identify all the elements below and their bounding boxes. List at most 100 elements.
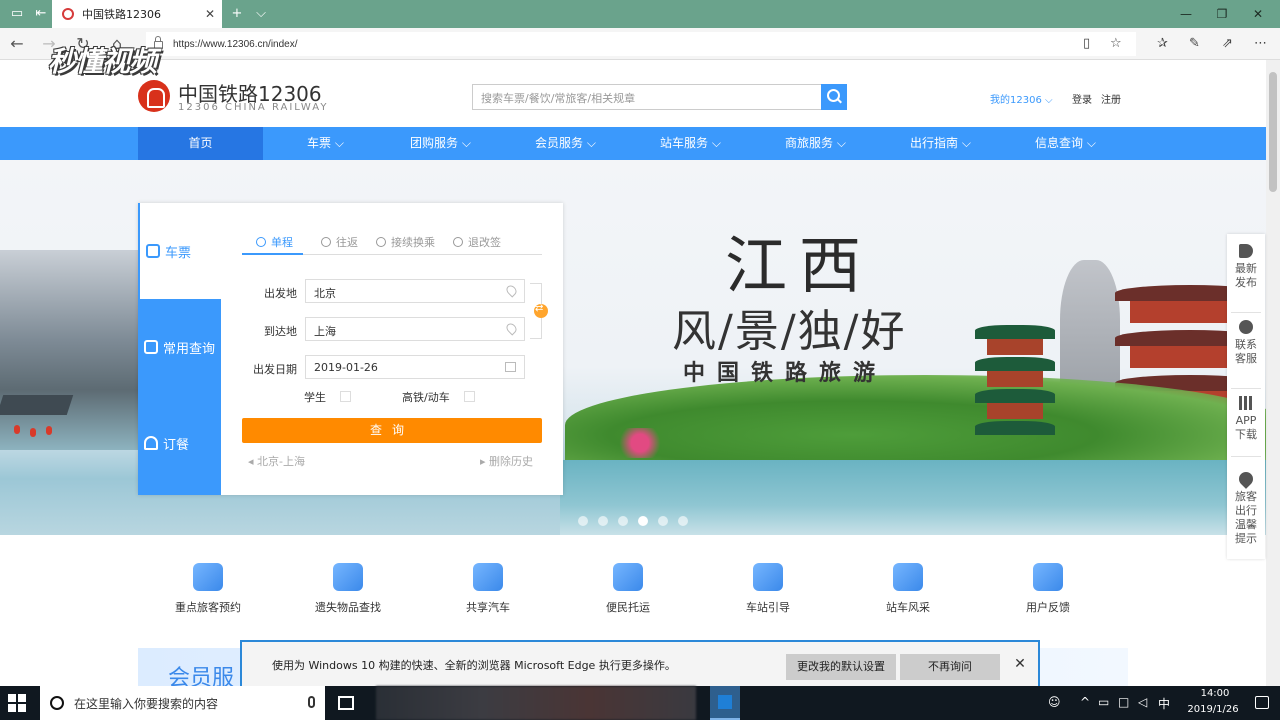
dont-ask-again-button[interactable]: 不再询问 <box>900 654 1000 680</box>
battery-icon[interactable]: ▭ <box>1098 695 1109 709</box>
carousel-dot-active[interactable] <box>638 516 648 526</box>
set-aside-tabs-icon[interactable]: ⇤ <box>30 4 52 24</box>
url-field[interactable]: https://www.12306.cn/index/ <box>146 32 1136 56</box>
page-scrollbar[interactable] <box>1266 60 1280 686</box>
service-station-guide[interactable]: 车站引导 <box>698 563 838 615</box>
12306-favicon-icon <box>62 8 74 20</box>
nav-tickets[interactable]: 车票 ⌵ <box>263 127 388 160</box>
service-key-passenger[interactable]: 重点旅客预约 <box>138 563 278 615</box>
task-view-icon[interactable] <box>338 696 354 710</box>
ime-indicator[interactable]: 中 <box>1158 695 1170 712</box>
tab-refund-change[interactable]: 退改签 <box>453 231 501 253</box>
tab-round-trip[interactable]: 往返 <box>321 231 358 253</box>
new-tab-button[interactable]: + <box>226 4 248 24</box>
close-window-button[interactable]: ✕ <box>1240 0 1276 28</box>
tab-transfer[interactable]: 接续换乘 <box>376 231 435 253</box>
service-shared-car[interactable]: 共享汽车 <box>418 563 558 615</box>
high-speed-checkbox[interactable] <box>464 391 475 402</box>
scroll-thumb[interactable] <box>1269 72 1277 192</box>
service-station-showcase[interactable]: 站车风采 <box>838 563 978 615</box>
change-default-button[interactable]: 更改我的默认设置 <box>786 654 896 680</box>
service-label: 用户反馈 <box>1026 601 1070 614</box>
app-download-item[interactable]: APP下载 <box>1227 396 1265 442</box>
fb-label: APP下载 <box>1235 414 1257 441</box>
site-search-button[interactable] <box>821 84 847 110</box>
china-railway-logo-icon[interactable] <box>138 80 170 112</box>
latest-news-item[interactable]: 最新发布 <box>1227 244 1265 290</box>
register-link[interactable]: 注册 <box>1101 91 1121 106</box>
windows-start-icon[interactable] <box>8 694 26 712</box>
my12306-dropdown[interactable]: 我的12306 ⌵ <box>990 91 1053 106</box>
from-station-input[interactable]: 北京 <box>305 279 525 303</box>
nav-business-travel[interactable]: 商旅服务 ⌵ <box>753 127 878 160</box>
carousel-dot[interactable] <box>658 516 668 526</box>
login-link[interactable]: 登录 <box>1072 91 1092 106</box>
web-note-pen-icon[interactable]: ✎ <box>1189 36 1200 51</box>
pagoda-scenery <box>975 325 1055 445</box>
minimize-button[interactable]: — <box>1168 0 1204 28</box>
carousel-dot[interactable] <box>618 516 628 526</box>
share-icon[interactable]: ⇗ <box>1222 36 1233 51</box>
hero-subtitle: 风/景/独/好 <box>672 306 907 357</box>
windows-taskbar: 在这里输入你要搜索的内容 ☺ ^ ▭ □ ◁ 中 14:00 2019/1/26 <box>0 686 1280 720</box>
site-search-input[interactable]: 搜索车票/餐饮/常旅客/相关规章 <box>472 84 822 110</box>
taskbar-search-box[interactable]: 在这里输入你要搜索的内容 <box>40 686 325 720</box>
swap-stations-icon[interactable] <box>534 303 548 318</box>
nav-member-service[interactable]: 会员服务 ⌵ <box>503 127 628 160</box>
departure-date-input[interactable]: 2019-01-26 <box>305 355 525 379</box>
browser-tab-12306[interactable]: 中国铁路12306 ✕ <box>52 0 222 28</box>
to-station-input[interactable]: 上海 <box>305 317 525 341</box>
service-label: 便民托运 <box>606 601 650 614</box>
reading-view-icon[interactable]: ▯ <box>1083 36 1090 51</box>
service-lost-found[interactable]: 遗失物品查找 <box>278 563 418 615</box>
clock-date[interactable]: 2019/1/26 <box>1178 704 1248 715</box>
tab-one-way[interactable]: 单程 <box>242 231 303 255</box>
clock-time[interactable]: 14:00 <box>1190 688 1240 699</box>
carousel-dot[interactable] <box>678 516 688 526</box>
tab-preview-icon[interactable]: ▭ <box>6 4 28 24</box>
side-tab-tickets[interactable]: 车票 <box>138 203 221 299</box>
people-icon[interactable]: ☺ <box>1048 695 1061 709</box>
microphone-icon[interactable] <box>308 696 315 708</box>
nav-info-query[interactable]: 信息查询 ⌵ <box>1003 127 1128 160</box>
query-button[interactable]: 查询 <box>242 418 542 443</box>
nav-travel-guide[interactable]: 出行指南 ⌵ <box>878 127 1003 160</box>
location-pin-icon <box>504 283 519 298</box>
back-arrow-icon[interactable]: ← <box>6 34 28 54</box>
food-dome-icon <box>144 436 158 450</box>
nav-station-service[interactable]: 站车服务 ⌵ <box>628 127 753 160</box>
notice-close-icon[interactable]: ✕ <box>1012 654 1028 674</box>
tab-label: 退改签 <box>468 236 501 249</box>
contact-service-item[interactable]: 联系客服 <box>1227 320 1265 366</box>
history-item[interactable]: ◂ 北京-上海 <box>248 453 305 469</box>
service-shipping[interactable]: 便民托运 <box>558 563 698 615</box>
chat-bubble-icon <box>1033 563 1063 591</box>
carousel-dot[interactable] <box>598 516 608 526</box>
water-town-scenery <box>0 250 140 450</box>
hero-title: 江西 <box>725 229 874 302</box>
tab-close-icon[interactable]: ✕ <box>198 7 222 21</box>
volume-icon[interactable]: ◁ <box>1138 695 1147 709</box>
show-hidden-icons-icon[interactable]: ^ <box>1080 695 1090 709</box>
nav-group-service[interactable]: 团购服务 ⌵ <box>378 127 503 160</box>
edge-taskbar-app-icon[interactable] <box>710 686 740 720</box>
network-icon[interactable]: □ <box>1118 695 1129 709</box>
side-tab-common-query[interactable]: 常用查询 <box>138 299 221 395</box>
service-feedback[interactable]: 用户反馈 <box>978 563 1118 615</box>
favorites-hub-icon[interactable]: ✰ <box>1157 36 1168 51</box>
student-checkbox[interactable] <box>340 391 351 402</box>
tab-menu-chevron-icon[interactable]: ⌵ <box>250 4 272 24</box>
action-center-icon[interactable] <box>1255 696 1269 709</box>
maximize-button[interactable]: ❐ <box>1204 0 1240 28</box>
travel-tips-item[interactable]: 旅客出行温馨提示 <box>1227 469 1265 546</box>
refund-icon <box>453 237 463 247</box>
more-options-icon[interactable]: ⋯ <box>1254 36 1267 51</box>
carousel-dot[interactable] <box>578 516 588 526</box>
nav-home[interactable]: 首页 <box>138 127 263 160</box>
lantern <box>14 425 20 434</box>
favorite-star-icon[interactable]: ☆ <box>1110 36 1122 51</box>
pink-flowers-scenery <box>615 428 665 458</box>
clear-history-link[interactable]: ▸ 删除历史 <box>480 453 533 469</box>
megaphone-icon <box>1239 244 1253 258</box>
side-tab-meal-order[interactable]: 订餐 <box>138 395 221 491</box>
